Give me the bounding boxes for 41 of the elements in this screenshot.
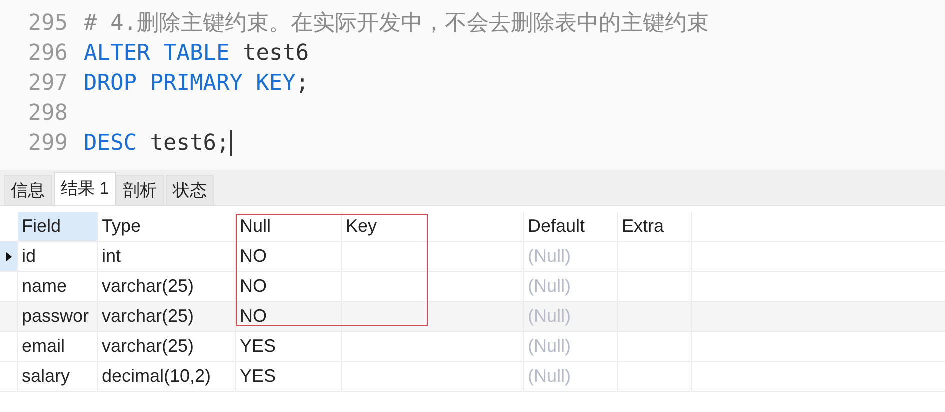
- column-header[interactable]: Null: [236, 212, 342, 241]
- table-cell-text: decimal(10,2): [102, 365, 212, 388]
- table-cell-text: (Null): [528, 335, 571, 358]
- table-cell-text: passwor: [22, 305, 90, 328]
- column-header[interactable]: Type: [98, 212, 236, 241]
- table-cell-text: name: [22, 275, 68, 298]
- tab[interactable]: 结果 1: [54, 172, 116, 205]
- column-header[interactable]: Default: [524, 212, 618, 241]
- table-cell-text: int: [102, 245, 122, 268]
- table-cell-text: id: [22, 245, 36, 268]
- table-cell-text: YES: [240, 365, 276, 388]
- table-cell-text: NO: [240, 245, 267, 268]
- table-cell-text: (Null): [528, 365, 571, 388]
- column-header[interactable]: Field: [18, 212, 98, 241]
- line-number: 298: [27, 100, 69, 128]
- table-cell-text: varchar(25): [102, 335, 194, 358]
- table-cell-text: NO: [240, 275, 267, 298]
- code-line: DESC test6;: [84, 130, 230, 158]
- code-line: # 4.删除主键约束。在实际开发中，不会去删除表中的主键约束: [84, 10, 709, 38]
- line-number: 295: [27, 10, 69, 38]
- table-cell-text: YES: [240, 335, 276, 358]
- tab[interactable]: 剖析: [116, 175, 164, 205]
- row-pointer-icon: [6, 252, 12, 262]
- table-cell-text: email: [22, 335, 66, 358]
- line-number: 299: [27, 130, 69, 158]
- table-cell-text: (Null): [528, 245, 571, 268]
- line-number: 297: [27, 70, 69, 98]
- table-cell-text: (Null): [528, 275, 571, 298]
- tab[interactable]: 状态: [166, 175, 214, 205]
- code-line: DROP PRIMARY KEY;: [84, 70, 310, 98]
- line-number: 296: [27, 40, 69, 68]
- table-cell-text: salary: [22, 365, 70, 388]
- row-header[interactable]: [0, 242, 18, 271]
- tab[interactable]: 信息: [4, 175, 52, 205]
- column-header[interactable]: Key: [342, 212, 524, 241]
- table-cell-text: varchar(25): [102, 305, 194, 328]
- table-cell-text: NO: [240, 305, 267, 328]
- column-header[interactable]: Extra: [618, 212, 692, 241]
- code-line: ALTER TABLE test6: [84, 40, 310, 68]
- table-cell-text: (Null): [528, 305, 571, 328]
- table-cell-text: varchar(25): [102, 275, 194, 298]
